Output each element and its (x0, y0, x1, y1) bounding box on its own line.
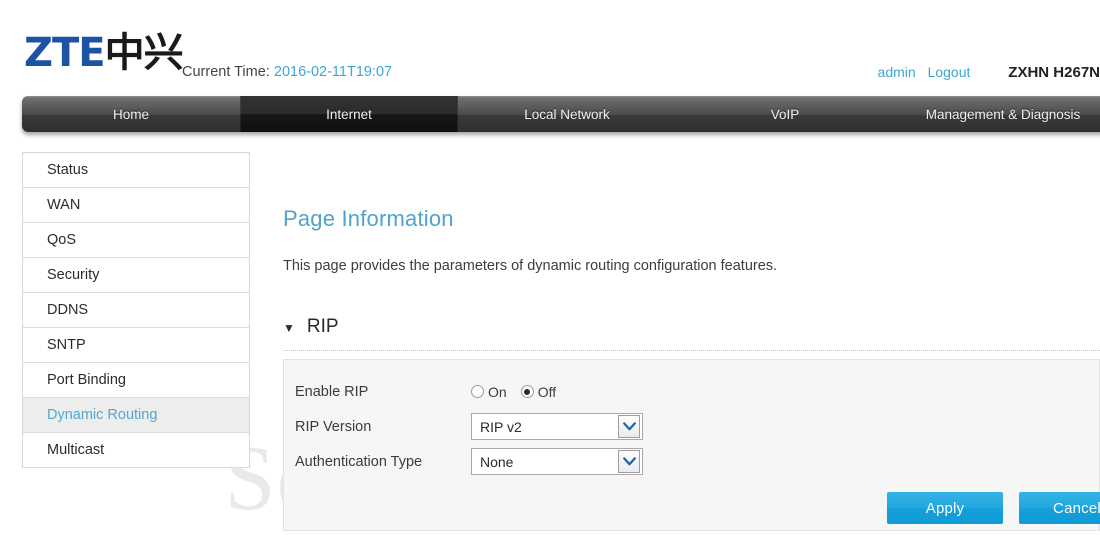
rip-section-header[interactable]: ▼ RIP (283, 274, 1100, 338)
page-header: ZTE中兴 Current Time: 2016-02-11T19:07 adm… (0, 0, 1100, 96)
nav-label: Local Network (524, 106, 610, 122)
form-row-auth-type: Authentication Type None (284, 444, 1099, 479)
enable-rip-radio-group: On Off (471, 384, 556, 400)
sidebar-item-qos[interactable]: QoS (23, 223, 249, 258)
sidebar-item-sntp[interactable]: SNTP (23, 328, 249, 363)
nav-item-voip[interactable]: VoIP (676, 96, 894, 132)
form-row-enable-rip: Enable RIP On Off (284, 374, 1099, 409)
nav-item-management-diagnosis[interactable]: Management & Diagnosis (894, 96, 1100, 132)
auth-type-select[interactable]: None (471, 448, 643, 475)
radio-off-label: Off (537, 383, 557, 400)
logout-link[interactable]: Logout (928, 64, 971, 80)
chevron-down-icon[interactable] (618, 450, 640, 473)
zte-logo: ZTE中兴 (24, 30, 184, 76)
nav-label: Management & Diagnosis (925, 106, 1081, 122)
username-link[interactable]: admin (878, 64, 916, 80)
auth-type-value: None (480, 453, 514, 470)
rip-version-select[interactable]: RIP v2 (471, 413, 643, 440)
sidebar-item-multicast[interactable]: Multicast (23, 433, 249, 468)
form-row-rip-version: RIP Version RIP v2 (284, 409, 1099, 444)
cancel-button[interactable]: Cancel (1019, 492, 1100, 524)
nav-item-internet[interactable]: Internet (240, 96, 458, 132)
nav-label: Internet (326, 106, 372, 122)
account-area: admin Logout ZXHN H267N (878, 64, 1100, 81)
nav-item-local-network[interactable]: Local Network (458, 96, 676, 132)
sidebar-menu: Status WAN QoS Security DDNS SNTP Port B… (22, 152, 250, 468)
logo-cjk-text: 中兴 (104, 30, 184, 76)
rip-version-value: RIP v2 (480, 418, 522, 435)
page-title: Page Information (283, 206, 454, 231)
rip-form-panel: Enable RIP On Off RIP Version RIP v2 Aut… (283, 359, 1100, 531)
main-navigation: Home Internet Local Network VoIP Managem… (22, 96, 1100, 132)
main-content: Page Information This page provides the … (283, 152, 1100, 531)
enable-rip-radio-on[interactable]: On (471, 384, 507, 400)
rip-version-label: RIP Version (295, 418, 372, 435)
sidebar-item-port-binding[interactable]: Port Binding (23, 363, 249, 398)
nav-item-home[interactable]: Home (22, 96, 240, 132)
logo-latin-text: ZTE (24, 30, 106, 76)
sidebar-item-security[interactable]: Security (23, 258, 249, 293)
enable-rip-label: Enable RIP (295, 383, 369, 400)
chevron-down-icon[interactable] (618, 415, 640, 438)
chevron-down-icon[interactable]: ▼ (283, 322, 295, 334)
radio-on-label: On (488, 383, 507, 400)
current-time-label: Current Time: (182, 64, 270, 80)
radio-circle-selected-icon[interactable] (520, 385, 534, 398)
current-time: Current Time: 2016-02-11T19:07 (182, 64, 392, 80)
sidebar-item-dynamic-routing[interactable]: Dynamic Routing (23, 398, 249, 433)
enable-rip-radio-off[interactable]: Off (520, 383, 557, 400)
nav-label: VoIP (770, 106, 800, 122)
sidebar-item-ddns[interactable]: DDNS (23, 293, 249, 328)
device-model: ZXHN H267N (1008, 64, 1100, 81)
sidebar-item-wan[interactable]: WAN (23, 188, 249, 223)
auth-type-label: Authentication Type (295, 453, 423, 470)
apply-button[interactable]: Apply (887, 492, 1003, 524)
page-description: This page provides the parameters of dyn… (283, 258, 778, 274)
current-time-value: 2016-02-11T19:07 (273, 64, 393, 80)
sidebar-item-status[interactable]: Status (23, 153, 249, 188)
rip-section-title: RIP (306, 316, 339, 337)
form-button-bar: Apply Cancel (887, 492, 1100, 524)
section-divider (283, 350, 1100, 351)
radio-circle-icon[interactable] (471, 385, 484, 398)
nav-label: Home (112, 106, 149, 122)
